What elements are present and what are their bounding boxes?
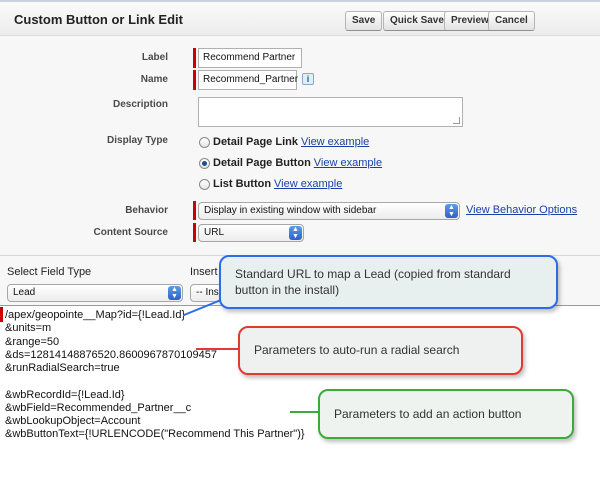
- cancel-button[interactable]: Cancel: [488, 11, 535, 31]
- info-icon[interactable]: i: [302, 73, 314, 85]
- radio-label: Detail Page Button: [213, 157, 311, 169]
- behavior-label: Behavior: [125, 205, 168, 216]
- select-arrows-icon: ▲ ▼: [168, 286, 181, 300]
- display-type-label: Display Type: [107, 135, 168, 146]
- radio-detail-page-link[interactable]: [199, 136, 210, 148]
- required-marker: [193, 48, 196, 68]
- display-type-option[interactable]: List Button View example: [199, 176, 342, 192]
- page-header: Custom Button or Link Edit Save Quick Sa…: [0, 0, 600, 36]
- code-line: &runRadialSearch=true: [5, 362, 120, 374]
- code-line: &units=m: [5, 322, 52, 334]
- select-field-type-label: Select Field Type: [7, 266, 92, 278]
- code-line: &wbField=Recommended_Partner__c: [5, 402, 192, 414]
- description-textarea[interactable]: [198, 97, 463, 127]
- select-arrows-icon: ▲ ▼: [445, 204, 458, 218]
- required-marker: [193, 201, 196, 220]
- behavior-select[interactable]: Display in existing window with sidebar …: [198, 202, 460, 220]
- code-line: &range=50: [5, 336, 60, 348]
- radio-detail-page-button[interactable]: [199, 157, 210, 169]
- display-type-option[interactable]: Detail Page Button View example: [199, 155, 382, 171]
- label-input[interactable]: Recommend Partner: [198, 48, 302, 68]
- display-type-option[interactable]: Detail Page Link View example: [199, 134, 369, 150]
- callout-radial-search: Parameters to auto-run a radial search: [238, 326, 523, 375]
- code-line: &wbLookupObject=Account: [5, 415, 141, 427]
- behavior-select-value: Display in existing window with sidebar: [204, 205, 377, 216]
- select-arrows-icon: ▲ ▼: [289, 226, 302, 240]
- content-source-select[interactable]: URL ▲ ▼: [198, 224, 304, 242]
- code-line: &wbRecordId={!Lead.Id}: [5, 389, 125, 401]
- view-behavior-options-link[interactable]: View Behavior Options: [466, 204, 577, 216]
- radio-label: Detail Page Link: [213, 136, 298, 148]
- name-field-label: Name: [140, 74, 168, 85]
- code-line: &wbButtonText={!URLENCODE("Recommend Thi…: [5, 428, 305, 440]
- save-button[interactable]: Save: [345, 11, 383, 31]
- required-marker: [193, 70, 196, 90]
- insert-field-value: -- Ins: [196, 287, 219, 298]
- code-line: /apex/geopointe__Map?id={!Lead.Id}: [5, 309, 186, 321]
- name-input[interactable]: Recommend_Partner: [198, 70, 298, 90]
- callout-action-button: Parameters to add an action button: [318, 389, 574, 439]
- label-field-label: Label: [141, 52, 168, 63]
- callout-standard-url: Standard URL to map a Lead (copied from …: [219, 255, 558, 309]
- view-example-link[interactable]: View example: [274, 178, 342, 190]
- required-marker: [0, 307, 3, 322]
- radio-list-button[interactable]: [199, 178, 210, 190]
- code-line: &ds=12814148876520.8600967870109457: [5, 349, 217, 361]
- quick-save-button[interactable]: Quick Save: [383, 11, 451, 31]
- radio-label: List Button: [213, 178, 272, 190]
- field-type-value: Lead: [13, 287, 36, 298]
- field-type-select[interactable]: Lead ▲ ▼: [7, 284, 183, 302]
- resize-grip-icon[interactable]: [453, 117, 460, 124]
- required-marker: [193, 223, 196, 242]
- view-example-link[interactable]: View example: [314, 157, 382, 169]
- content-source-label: Content Source: [93, 227, 168, 238]
- page-title: Custom Button or Link Edit: [14, 12, 183, 27]
- view-example-link[interactable]: View example: [301, 136, 369, 148]
- content-source-value: URL: [204, 227, 225, 238]
- description-field-label: Description: [112, 99, 168, 110]
